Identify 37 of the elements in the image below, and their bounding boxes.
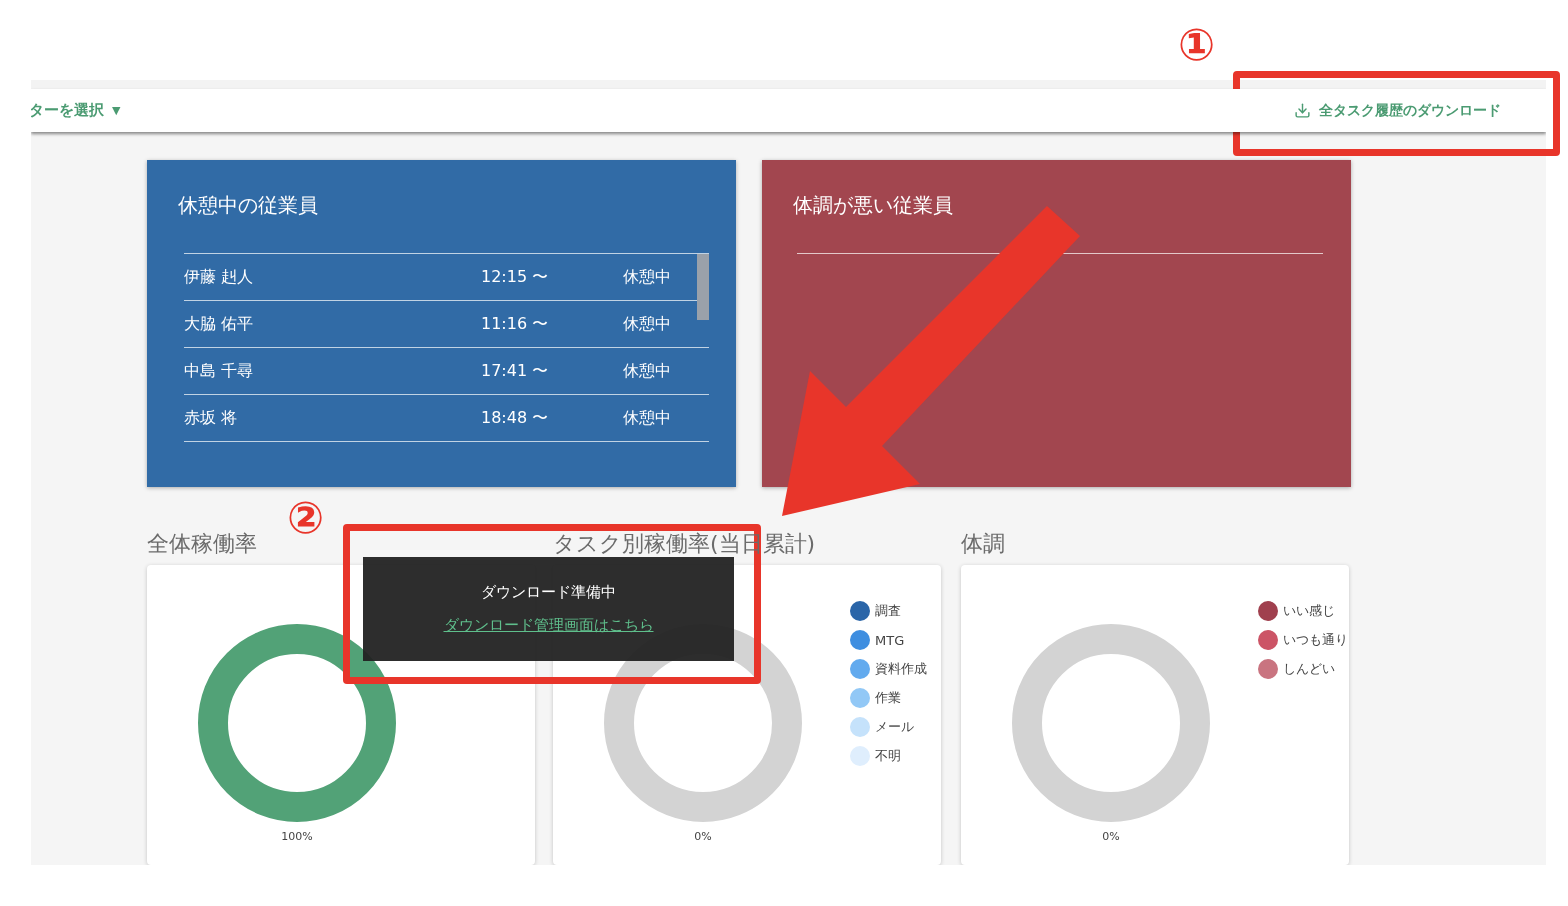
legend-label: いつも通り	[1283, 631, 1348, 649]
employee-name: 中島 千尋	[184, 360, 255, 382]
percent-label: 100%	[281, 830, 313, 843]
card-title: 体調が悪い従業員	[793, 192, 954, 219]
legend-label: 不明	[875, 747, 901, 765]
legend-label: MTG	[875, 632, 905, 648]
card-title: 休憩中の従業員	[178, 192, 319, 219]
legend-label: しんどい	[1283, 660, 1335, 678]
download-manager-link[interactable]: ダウンロード管理画面はこちら	[443, 616, 654, 635]
status-text: 休憩中	[623, 313, 672, 335]
break-start-time: 11:16 〜	[481, 313, 550, 335]
legend-label: 調査	[875, 602, 901, 620]
legend-label: 作業	[875, 689, 901, 707]
scrollbar-thumb[interactable]	[697, 254, 709, 320]
caret-icon: ▼	[112, 104, 121, 118]
step-marker: ②	[287, 496, 325, 540]
employee-name: 伊藤 赳人	[184, 266, 255, 288]
break-start-time: 18:48 〜	[481, 407, 550, 429]
legend-label: いい感じ	[1283, 602, 1335, 620]
filter-dropdown[interactable]: ターを選択 ▼	[31, 101, 121, 121]
break-start-time: 12:15 〜	[481, 266, 550, 288]
status-text: 休憩中	[623, 407, 672, 429]
step-marker: ①	[1178, 23, 1216, 67]
status-text: 休憩中	[623, 360, 672, 382]
snackbar-message: ダウンロード準備中	[481, 583, 616, 602]
chart-title: 全体稼働率	[147, 530, 257, 558]
employee-name: 赤坂 将	[184, 407, 239, 429]
legend-label: メール	[875, 718, 914, 736]
percent-label: 0%	[1102, 830, 1120, 843]
legend-label: 資料作成	[875, 660, 927, 678]
download-all-button[interactable]: 全タスク履歴のダウンロード	[1294, 97, 1501, 124]
chart-title: 体調	[961, 530, 1005, 558]
break-start-time: 17:41 〜	[481, 360, 550, 382]
employee-name: 大脇 佑平	[184, 313, 255, 335]
percent-label: 0%	[694, 830, 712, 843]
download-icon	[1294, 102, 1311, 120]
status-text: 休憩中	[623, 266, 672, 288]
